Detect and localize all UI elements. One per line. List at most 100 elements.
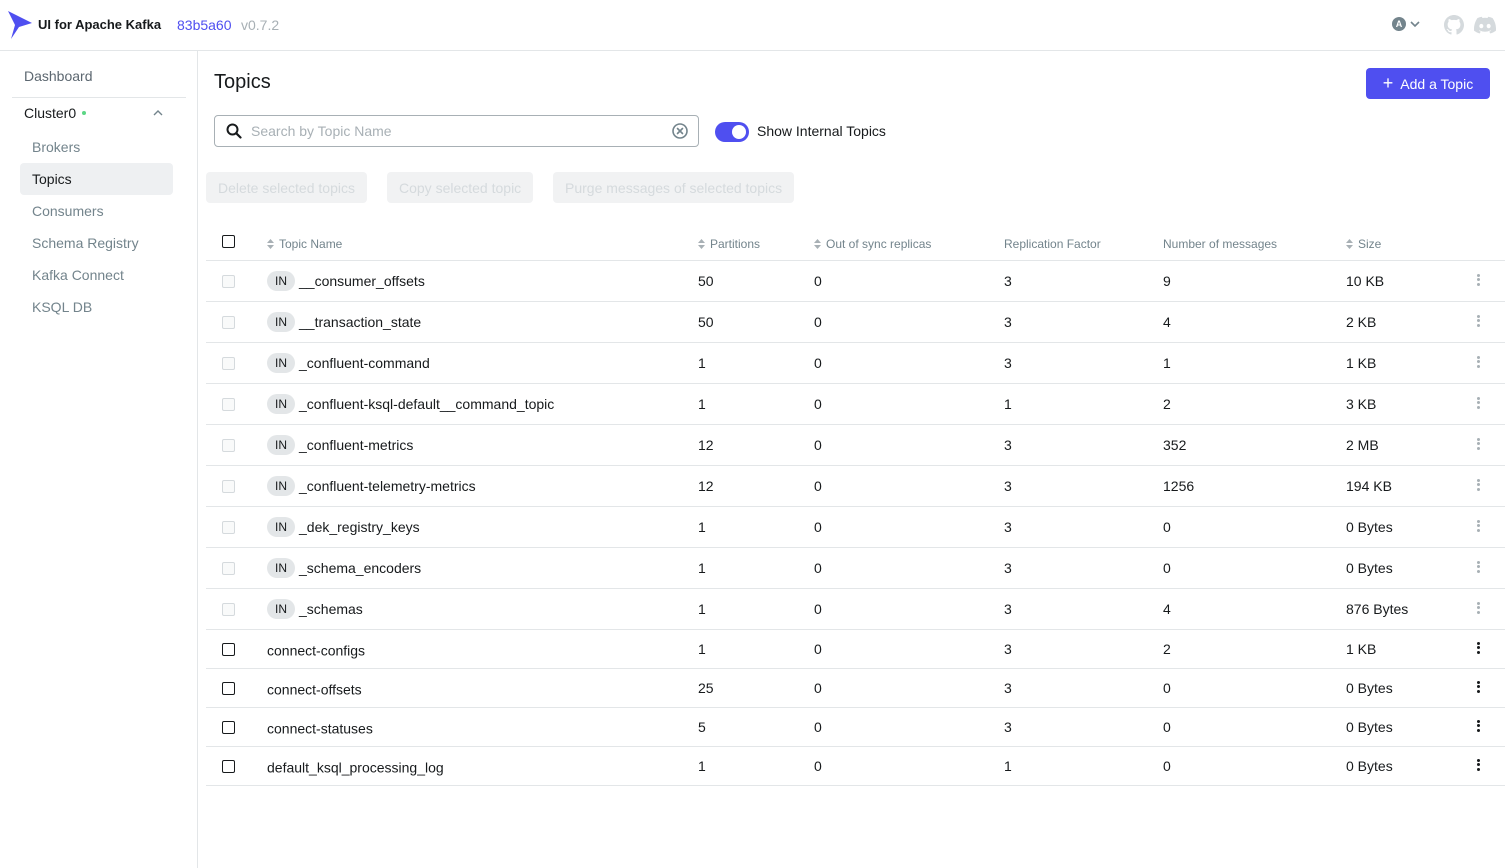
row-checkbox[interactable] — [222, 643, 235, 656]
size-cell: 0 Bytes — [1346, 680, 1393, 696]
sort-icon — [814, 239, 821, 249]
out-of-sync-cell: 0 — [814, 680, 822, 696]
discord-icon[interactable] — [1474, 16, 1496, 34]
col-partitions[interactable]: Partitions — [698, 237, 760, 251]
sidebar-item-topics[interactable]: Topics — [20, 163, 173, 195]
internal-badge: IN — [267, 271, 295, 291]
show-internal-topics-toggle[interactable] — [715, 122, 749, 142]
row-checkbox[interactable] — [222, 316, 235, 329]
topic-name-link[interactable]: IN _confluent-ksql-default__command_topic — [267, 394, 554, 414]
sidebar-item-brokers[interactable]: Brokers — [20, 131, 173, 163]
row-checkbox[interactable] — [222, 562, 235, 575]
sidebar-item-schema-registry[interactable]: Schema Registry — [20, 227, 173, 259]
row-checkbox[interactable] — [222, 398, 235, 411]
out-of-sync-cell: 0 — [814, 719, 822, 735]
row-actions-menu-icon[interactable] — [1475, 477, 1481, 495]
kafka-logo-icon[interactable] — [8, 11, 32, 39]
topic-name-link[interactable]: IN _confluent-metrics — [267, 435, 413, 455]
topic-name-text: _schema_encoders — [299, 560, 422, 576]
table-row: IN _confluent-metrics 12 0 3 352 2 MB — [206, 425, 1505, 466]
internal-badge: IN — [267, 599, 295, 619]
messages-count-cell: 2 — [1163, 641, 1171, 657]
row-checkbox[interactable] — [222, 480, 235, 493]
cluster-toggle[interactable]: Cluster0 — [12, 99, 186, 127]
col-size[interactable]: Size — [1346, 237, 1381, 251]
messages-count-cell: 4 — [1163, 601, 1171, 617]
topic-name-link[interactable]: IN __consumer_offsets — [267, 271, 425, 291]
row-actions-menu-icon[interactable] — [1475, 395, 1481, 413]
sidebar: Dashboard Cluster0 Brokers Topics Consum… — [0, 51, 198, 868]
user-menu[interactable]: A — [1392, 17, 1421, 31]
topic-name-link[interactable]: connect-configs — [267, 641, 365, 658]
copy-selected-topic-button[interactable]: Copy selected topic — [387, 172, 534, 203]
row-actions-menu-icon[interactable] — [1475, 518, 1481, 536]
row-actions-menu-icon[interactable] — [1475, 718, 1481, 736]
topic-name-link[interactable]: IN _dek_registry_keys — [267, 517, 420, 537]
topic-name-link[interactable]: IN _confluent-telemetry-metrics — [267, 476, 476, 496]
row-actions-menu-icon[interactable] — [1475, 354, 1481, 372]
topic-name-link[interactable]: connect-offsets — [267, 680, 362, 697]
topic-name-link[interactable]: default_ksql_processing_log — [267, 758, 444, 775]
messages-count-cell: 2 — [1163, 396, 1171, 412]
topic-name-link[interactable]: connect-statuses — [267, 719, 373, 736]
toggle-knob — [732, 125, 746, 139]
row-actions-menu-icon[interactable] — [1475, 600, 1481, 618]
row-checkbox[interactable] — [222, 521, 235, 534]
version-label: v0.7.2 — [241, 17, 280, 33]
partitions-cell: 1 — [698, 519, 706, 535]
commit-link[interactable]: 83b5a60 — [177, 17, 232, 33]
topic-name-link[interactable]: IN __transaction_state — [267, 312, 421, 332]
row-checkbox[interactable] — [222, 682, 235, 695]
replication-factor-cell: 3 — [1004, 519, 1012, 535]
messages-count-cell: 0 — [1163, 680, 1171, 696]
partitions-cell: 1 — [698, 641, 706, 657]
sidebar-item-consumers[interactable]: Consumers — [20, 195, 173, 227]
row-checkbox[interactable] — [222, 721, 235, 734]
app-title[interactable]: UI for Apache Kafka — [38, 17, 161, 32]
sidebar-item-kafka-connect[interactable]: Kafka Connect — [20, 259, 173, 291]
github-icon[interactable] — [1444, 15, 1464, 35]
topic-name-link[interactable]: IN _schemas — [267, 599, 363, 619]
topic-name-text: _schemas — [299, 601, 363, 617]
col-topic-name[interactable]: Topic Name — [267, 237, 342, 251]
row-actions-menu-icon[interactable] — [1475, 313, 1481, 331]
purge-messages-button[interactable]: Purge messages of selected topics — [553, 172, 795, 203]
user-avatar: A — [1392, 17, 1406, 31]
select-all-checkbox[interactable] — [222, 235, 235, 248]
clear-search-icon[interactable] — [672, 123, 688, 139]
out-of-sync-cell: 0 — [814, 437, 822, 453]
row-checkbox[interactable] — [222, 357, 235, 370]
col-out-of-sync[interactable]: Out of sync replicas — [814, 237, 931, 251]
table-row: IN _confluent-ksql-default__command_topic… — [206, 384, 1505, 425]
show-internal-topics-label: Show Internal Topics — [757, 123, 886, 139]
search-box — [214, 115, 699, 147]
out-of-sync-cell: 0 — [814, 355, 822, 371]
out-of-sync-cell: 0 — [814, 758, 822, 774]
table-row: IN _confluent-telemetry-metrics 12 0 3 1256 19… — [206, 466, 1505, 507]
topic-name-link[interactable]: IN _confluent-command — [267, 353, 430, 373]
sort-icon — [698, 239, 705, 249]
add-topic-button[interactable]: + Add a Topic — [1366, 68, 1490, 99]
topic-name-text: __consumer_offsets — [299, 273, 425, 289]
sidebar-item-ksql-db[interactable]: KSQL DB — [20, 291, 173, 323]
table-row: default_ksql_processing_log 1 0 1 0 0 Bytes — [206, 747, 1505, 786]
row-checkbox[interactable] — [222, 275, 235, 288]
out-of-sync-cell: 0 — [814, 601, 822, 617]
row-checkbox[interactable] — [222, 439, 235, 452]
topic-name-link[interactable]: IN _schema_encoders — [267, 558, 421, 578]
row-actions-menu-icon[interactable] — [1475, 436, 1481, 454]
delete-selected-topics-button[interactable]: Delete selected topics — [206, 172, 367, 203]
row-actions-menu-icon[interactable] — [1475, 640, 1481, 658]
row-actions-menu-icon[interactable] — [1475, 679, 1481, 697]
row-actions-menu-icon[interactable] — [1475, 272, 1481, 290]
row-actions-menu-icon[interactable] — [1475, 559, 1481, 577]
messages-count-cell: 0 — [1163, 560, 1171, 576]
partitions-cell: 1 — [698, 601, 706, 617]
size-cell: 2 MB — [1346, 437, 1379, 453]
messages-count-cell: 1 — [1163, 355, 1171, 371]
row-checkbox[interactable] — [222, 603, 235, 616]
row-checkbox[interactable] — [222, 760, 235, 773]
search-input[interactable] — [251, 116, 661, 146]
row-actions-menu-icon[interactable] — [1475, 757, 1481, 775]
sidebar-item-dashboard[interactable]: Dashboard — [24, 68, 93, 84]
